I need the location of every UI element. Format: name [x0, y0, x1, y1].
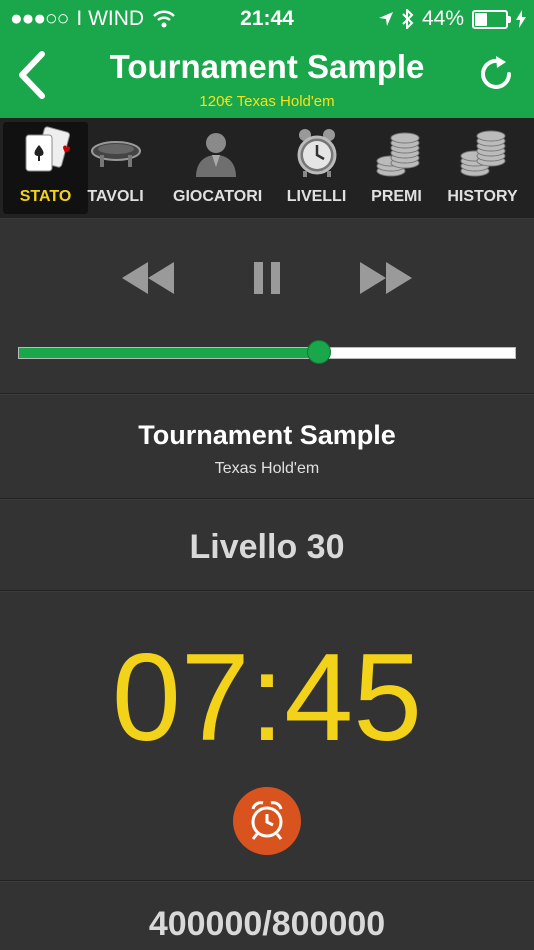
tab-bar: ♥ STATO TAVOLI GIOCATORI LIVELLI PREMI H…: [0, 118, 534, 219]
nav-bar: Tournament Sample 120€ Texas Hold'em: [0, 36, 534, 118]
location-arrow-icon: [378, 12, 393, 26]
playback-controls: [0, 258, 534, 298]
alarm-button[interactable]: [233, 787, 301, 855]
status-bar: ●●●○○ I WIND 21:44 44%: [0, 0, 534, 36]
alarm-icon: [251, 801, 283, 840]
battery-icon: [472, 9, 511, 29]
tab-label: HISTORY: [447, 188, 518, 205]
chips-stack-icon: [460, 130, 505, 177]
tab-label: PREMI: [371, 188, 422, 205]
cards-icon: ♥: [25, 126, 72, 172]
tournament-name: Tournament Sample: [138, 420, 396, 450]
blinds-value: 400000/800000: [148, 905, 386, 943]
level-timer: 07:45: [111, 629, 423, 767]
tab-livelli[interactable]: LIVELLI: [274, 122, 359, 214]
tournament-game: Texas Hold'em: [214, 460, 320, 477]
charging-bolt-icon: [516, 10, 526, 28]
divider: [0, 498, 534, 500]
tab-label: GIOCATORI: [173, 188, 263, 205]
divider: [0, 590, 534, 592]
fast-forward-icon[interactable]: [358, 258, 414, 298]
divider: [0, 393, 534, 395]
bluetooth-icon: [402, 9, 414, 29]
tab-label: TAVOLI: [87, 188, 144, 205]
refresh-icon[interactable]: [476, 54, 516, 94]
alarm-clock-icon: [297, 129, 336, 177]
svg-text:♥: ♥: [60, 144, 72, 157]
level-progress-slider[interactable]: [18, 340, 516, 364]
tab-label: LIVELLI: [286, 188, 347, 205]
slider-knob[interactable]: [307, 340, 332, 364]
page-subtitle: 120€ Texas Hold'em: [199, 93, 335, 110]
slider-fill: [19, 348, 320, 358]
tab-tavoli[interactable]: TAVOLI: [73, 122, 158, 214]
rewind-icon[interactable]: [120, 258, 176, 298]
chips-icon: [376, 132, 419, 177]
page-title: Tournament Sample: [109, 48, 425, 85]
player-icon: [195, 133, 236, 177]
level-label: Livello 30: [189, 528, 345, 566]
tab-premi[interactable]: PREMI: [354, 122, 439, 214]
tab-giocatori[interactable]: GIOCATORI: [173, 122, 263, 214]
poker-table-icon: [90, 141, 141, 167]
tab-history[interactable]: HISTORY: [440, 122, 525, 214]
divider: [0, 880, 534, 882]
battery-percent: 44%: [421, 7, 464, 30]
pause-icon[interactable]: [252, 258, 282, 298]
